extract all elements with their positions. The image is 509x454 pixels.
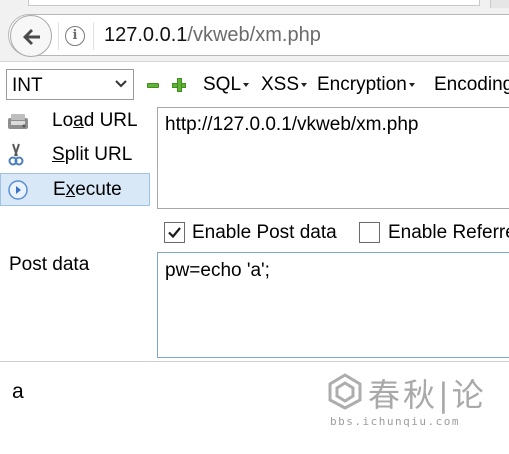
split-url-button[interactable]: Split URL <box>0 139 150 172</box>
dropdown-arrow-icon <box>243 82 250 87</box>
url-textarea[interactable]: http://127.0.0.1/vkweb/xm.php <box>157 107 509 209</box>
play-icon <box>8 180 28 200</box>
plus-button[interactable] <box>172 78 186 92</box>
address-separator <box>58 22 59 50</box>
xss-menu[interactable]: XSS <box>261 74 308 96</box>
execute-label: Execute <box>53 179 122 200</box>
url-host: 127.0.0.1 <box>104 24 188 46</box>
split-url-label: Split URL <box>52 144 133 165</box>
post-data-label: Post data <box>9 254 90 275</box>
type-select-value: INT <box>12 75 43 96</box>
address-separator <box>93 22 94 50</box>
dropdown-arrow-icon <box>408 82 415 87</box>
scissors-icon <box>8 143 24 166</box>
watermark-logo-icon <box>328 373 362 410</box>
watermark-chinese: 春秋|论 <box>368 376 487 414</box>
back-button[interactable] <box>10 15 52 57</box>
encryption-menu-label: Encryption <box>317 74 407 95</box>
enable-referrer-checkbox[interactable] <box>359 222 380 243</box>
enable-referrer-label[interactable]: Enable Referrer <box>388 222 509 244</box>
execute-button[interactable]: Execute <box>0 173 150 206</box>
page-divider <box>0 361 509 362</box>
load-url-button[interactable]: Load URL <box>0 105 150 138</box>
watermark: 春秋|论 bbs.ichunqiu.com <box>326 370 506 432</box>
enable-post-label[interactable]: Enable Post data <box>192 222 337 244</box>
page-output: a <box>12 380 24 403</box>
url-text[interactable]: 127.0.0.1/vkweb/xm.php <box>104 24 321 47</box>
load-url-label: Load URL <box>52 110 138 131</box>
type-select[interactable]: INT <box>6 69 134 100</box>
arrow-left-icon <box>23 29 40 45</box>
post-data-textarea[interactable]: pw=echo 'a'; <box>157 252 509 358</box>
tab-edge[interactable] <box>490 0 509 8</box>
sql-menu[interactable]: SQL <box>203 74 250 96</box>
encoding-menu[interactable]: Encoding <box>434 74 509 96</box>
dropdown-arrow-icon <box>301 82 308 87</box>
checkmark-icon <box>168 227 181 239</box>
chevron-down-icon <box>115 80 127 88</box>
sql-menu-label: SQL <box>203 74 242 95</box>
enable-post-checkbox[interactable] <box>164 222 185 243</box>
post-data-value: pw=echo 'a'; <box>165 260 270 281</box>
encryption-menu[interactable]: Encryption <box>317 74 415 96</box>
encoding-menu-label: Encoding <box>434 74 509 95</box>
url-path: /vkweb/xm.php <box>187 24 321 46</box>
watermark-url: bbs.ichunqiu.com <box>330 415 460 428</box>
minus-button[interactable] <box>147 83 159 88</box>
active-tab-edge[interactable] <box>28 0 480 6</box>
load-url-icon <box>8 114 28 129</box>
info-icon[interactable]: i <box>65 26 85 46</box>
xss-menu-label: XSS <box>261 74 300 95</box>
url-field-value: http://127.0.0.1/vkweb/xm.php <box>165 114 419 135</box>
